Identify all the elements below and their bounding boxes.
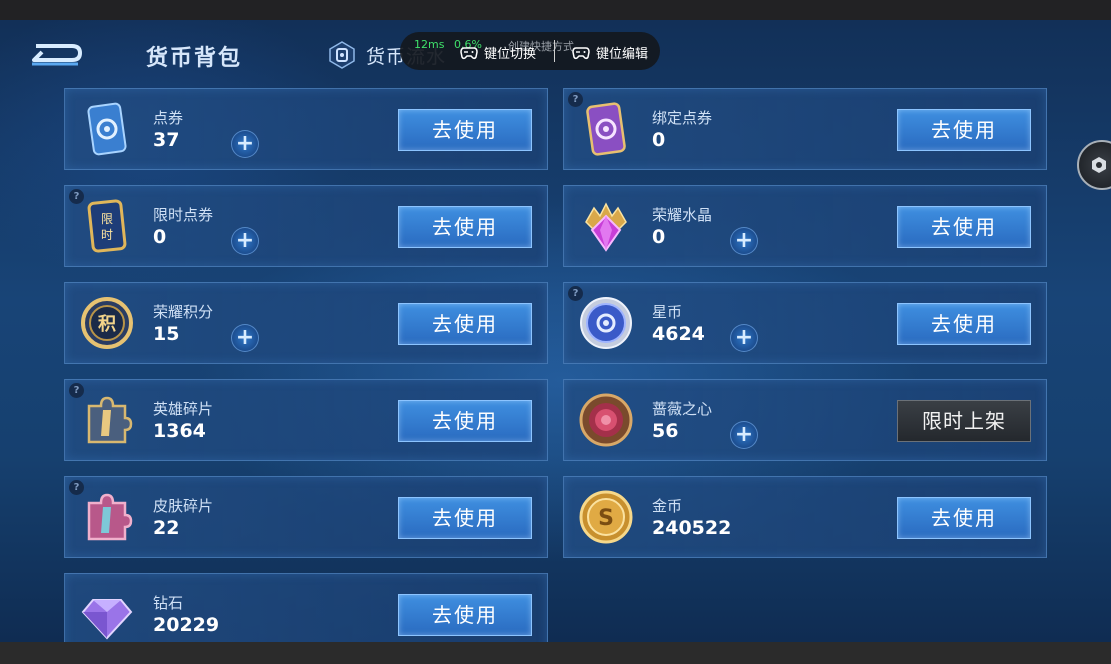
currency-amount: 1364	[153, 420, 206, 442]
use-diamond-button[interactable]: 去使用	[398, 594, 532, 636]
currency-name: 皮肤碎片	[153, 497, 214, 515]
hexagon-settings-icon	[1092, 157, 1106, 173]
limited-coupon-icon: 限 时	[87, 199, 127, 253]
use-honor-crystal-button[interactable]: 去使用	[897, 206, 1031, 248]
limited-time-listing-button[interactable]: 限时上架	[897, 400, 1031, 442]
use-star-coin-button[interactable]: 去使用	[897, 303, 1031, 345]
svg-text:S: S	[598, 506, 614, 531]
svg-text:限: 限	[101, 212, 113, 226]
use-gold-coin-button[interactable]: 去使用	[897, 497, 1031, 539]
use-bound-coupon-button[interactable]: 去使用	[897, 109, 1031, 151]
currency-card-limited-coupon: ? 限 时 限时点券 0 + 去使用	[64, 185, 548, 267]
gamepad-icon	[572, 46, 590, 59]
diamond-icon	[81, 599, 133, 640]
currency-amount: 15	[153, 323, 180, 345]
add-limited-coupon-button[interactable]: +	[231, 227, 259, 255]
honor-crystal-icon	[585, 202, 627, 252]
add-star-coin-button[interactable]: +	[730, 324, 758, 352]
currency-card-rose-heart: 蔷薇之心 56 + 限时上架	[563, 379, 1047, 461]
window-top-bar	[0, 0, 1111, 20]
currency-amount: 4624	[652, 323, 705, 345]
currency-flow-icon	[329, 41, 355, 69]
hero-fragment-icon	[87, 396, 133, 444]
add-honor-crystal-button[interactable]: +	[730, 227, 758, 255]
currency-amount: 37	[153, 129, 180, 151]
keymap-switch-button[interactable]: 键位切换	[460, 43, 536, 62]
use-coupon-button[interactable]: 去使用	[398, 109, 532, 151]
add-coupon-button[interactable]: +	[231, 130, 259, 158]
use-honor-points-button[interactable]: 去使用	[398, 303, 532, 345]
currency-name: 星币	[652, 303, 683, 321]
use-limited-coupon-button[interactable]: 去使用	[398, 206, 532, 248]
currency-name: 限时点券	[153, 206, 214, 224]
back-button[interactable]	[28, 38, 84, 68]
currency-name: 蔷薇之心	[652, 400, 713, 418]
skin-fragment-icon	[87, 493, 133, 541]
pill-divider	[554, 40, 555, 62]
back-arrow-icon	[32, 44, 82, 66]
svg-text:时: 时	[101, 228, 113, 242]
currency-card-diamond: 钻石 20229 去使用	[64, 573, 548, 642]
currency-name: 英雄碎片	[153, 400, 214, 418]
currency-card-honor-points: 积 荣耀积分 15 + 去使用	[64, 282, 548, 364]
use-skin-fragments-button[interactable]: 去使用	[398, 497, 532, 539]
bound-coupon-icon	[586, 102, 626, 156]
currency-amount: 0	[652, 129, 666, 151]
honor-points-icon: 积	[81, 297, 133, 349]
currency-card-hero-fragments: ? 英雄碎片 1364 去使用	[64, 379, 548, 461]
rose-heart-icon	[579, 393, 633, 447]
gamepad-icon	[460, 46, 478, 59]
currency-card-coupon: 点券 37 + 去使用	[64, 88, 548, 170]
currency-card-skin-fragments: ? 皮肤碎片 22 去使用	[64, 476, 548, 558]
use-hero-fragments-button[interactable]: 去使用	[398, 400, 532, 442]
currency-amount: 240522	[652, 517, 732, 539]
currency-amount: 22	[153, 517, 180, 539]
keymap-edit-button[interactable]: 键位编辑	[572, 43, 648, 62]
add-rose-heart-button[interactable]: +	[730, 421, 758, 449]
currency-name: 点券	[153, 109, 184, 127]
currency-name: 金币	[652, 497, 683, 515]
currency-card-gold-coin: S 金币 240522 去使用	[563, 476, 1047, 558]
keymap-switch-label: 键位切换	[484, 47, 537, 62]
currency-amount: 56	[652, 420, 679, 442]
currency-amount: 0	[153, 226, 167, 248]
keymap-edit-label: 键位编辑	[596, 47, 649, 62]
currency-name: 荣耀水晶	[652, 206, 713, 224]
currency-amount: 20229	[153, 614, 220, 636]
currency-card-bound-coupon: ? 绑定点券 0 去使用	[563, 88, 1047, 170]
coupon-icon	[87, 102, 127, 156]
page-title: 货币背包	[146, 46, 243, 71]
currency-name: 钻石	[153, 594, 184, 612]
side-menu-button[interactable]	[1077, 140, 1111, 190]
currency-name: 荣耀积分	[153, 303, 214, 321]
game-screen: 货币背包 货币流水 12ms 0.6% 创建快捷方式 键位切换 键位编辑	[0, 20, 1111, 642]
keymap-overlay: 12ms 0.6% 创建快捷方式 键位切换 键位编辑	[400, 32, 660, 70]
add-honor-points-button[interactable]: +	[231, 324, 259, 352]
currency-name: 绑定点券	[652, 109, 713, 127]
currency-card-honor-crystal: 荣耀水晶 0 + 去使用	[563, 185, 1047, 267]
window-bottom-bar	[0, 642, 1111, 664]
latency-readout: 12ms	[414, 38, 445, 51]
currency-card-star-coin: ? 星币 4624 + 去使用	[563, 282, 1047, 364]
star-coin-icon	[580, 297, 632, 349]
gold-coin-icon: S	[579, 490, 633, 544]
svg-text:积: 积	[98, 314, 116, 335]
currency-amount: 0	[652, 226, 666, 248]
